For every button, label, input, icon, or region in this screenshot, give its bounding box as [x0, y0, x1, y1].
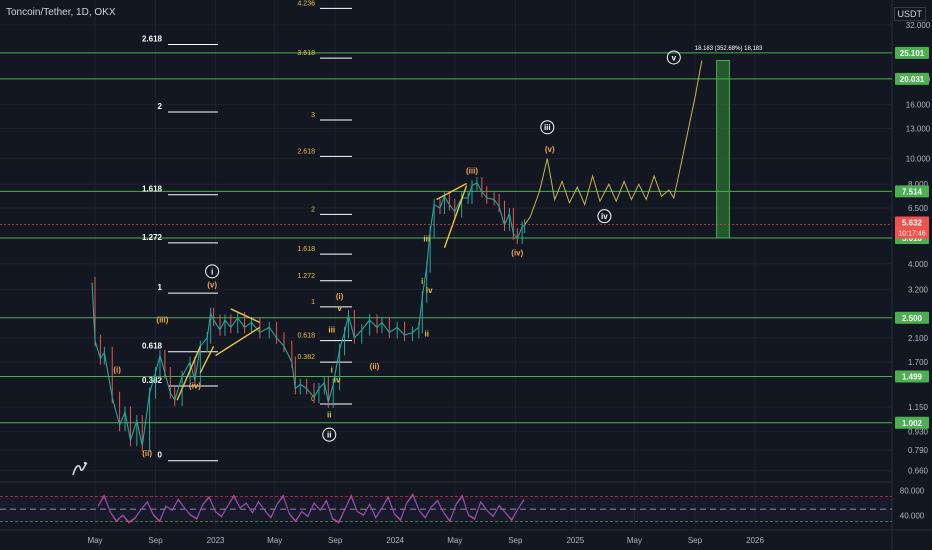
y-tick-label: 1.700 [908, 358, 929, 367]
fib-left-label: 2.618 [142, 35, 163, 44]
x-tick-label: May [87, 536, 102, 545]
fib-left-label: 1.272 [142, 233, 163, 242]
wave-label: (i) [336, 292, 344, 301]
x-tick-label: Sep [148, 536, 163, 545]
wave-label: (ii) [370, 362, 380, 371]
wave-label: v [337, 304, 342, 313]
wave-label: (i) [113, 366, 121, 375]
fib-mid-label: 0.382 [297, 354, 315, 361]
fib-left-label: 2 [158, 102, 163, 111]
x-tick-label: May [447, 536, 462, 545]
rsi-tick-label: 40.000 [900, 511, 925, 520]
level-price-label: 25.101 [900, 49, 925, 58]
level-price-label: 2.500 [902, 314, 923, 323]
wave-label: ii [424, 330, 428, 339]
x-tick-label: Sep [508, 536, 523, 545]
wave-label: iii [423, 235, 430, 244]
target-box [716, 59, 730, 239]
level-price-label: 20.031 [900, 75, 925, 84]
wave-label: v [672, 53, 677, 62]
x-tick-label: May [627, 536, 642, 545]
fib-mid-label: 1.618 [297, 246, 315, 253]
y-tick-label: 1.150 [908, 403, 929, 412]
current-price-countdown: 10:17:46 [898, 231, 925, 238]
fib-mid-label: 1.272 [297, 273, 315, 280]
x-tick-label: Sep [688, 536, 703, 545]
wave-label: iii [328, 325, 335, 334]
fib-left-label: 1 [158, 283, 163, 292]
wave-label: iii [544, 123, 551, 132]
x-tick-label: 2024 [386, 536, 404, 545]
chart-svg: 32.00020.00016.00013.00010.0008.0006.500… [0, 0, 932, 550]
x-tick-label: 2025 [566, 536, 584, 545]
wave-label: iv [334, 376, 341, 385]
y-tick-label: 0.790 [908, 446, 929, 455]
y-tick-label: 4.000 [908, 260, 929, 269]
wave-label: (iv) [511, 249, 523, 258]
y-tick-label: 3.200 [908, 285, 929, 294]
y-tick-label: 13.000 [906, 124, 931, 133]
y-tick-label: 16.000 [906, 101, 931, 110]
fib-mid-label: 1 [311, 299, 315, 306]
wave-label: i [421, 277, 423, 286]
wave-label: i [331, 366, 333, 375]
fib-left-label: 0.618 [142, 342, 163, 351]
level-price-label: 1.002 [902, 419, 923, 428]
background [0, 0, 932, 550]
wave-label: (ii) [142, 449, 152, 458]
wave-label: (iii) [466, 166, 478, 175]
symbol-title[interactable]: Toncoin/Tether, 1D, OKX [6, 7, 116, 18]
wave-label: (iii) [156, 315, 168, 324]
y-tick-label: 0.660 [908, 467, 929, 476]
fib-left-label: 1.618 [142, 185, 163, 194]
rsi-tick-label: 80.000 [900, 486, 925, 495]
y-tick-label: 32.000 [906, 21, 931, 30]
y-tick-label: 10.000 [906, 155, 931, 164]
fib-mid-label: 2 [311, 206, 315, 213]
fib-mid-label: 3 [311, 112, 315, 119]
wave-label: ii [327, 431, 331, 440]
level-price-label: 1.499 [902, 373, 923, 382]
y-tick-label: 6.500 [908, 204, 929, 213]
x-tick-label: May [267, 536, 282, 545]
fib-mid-label: 2.618 [297, 148, 315, 155]
wave-label: (v) [545, 145, 555, 154]
x-tick-label: 2023 [207, 536, 225, 545]
tradingview-logo-icon [72, 461, 88, 476]
target-box-label: 18.183 (352.68%) 18,183 [695, 46, 763, 52]
wave-label: (iv) [189, 382, 201, 391]
x-tick-label: 2026 [746, 536, 764, 545]
y-tick-label: 2.100 [908, 334, 929, 343]
fib-mid-label: 4.236 [297, 0, 315, 7]
fib-mid-label: 0.618 [297, 333, 315, 340]
fib-left-label: 0 [158, 451, 163, 460]
wave-label: ii [327, 410, 331, 419]
wave-label: iv [601, 212, 608, 221]
level-price-label: 7.514 [902, 187, 923, 196]
current-price-label: 5.632 [902, 219, 923, 228]
wave-label: iv [426, 286, 433, 295]
fib-mid-label: 3.618 [297, 50, 315, 57]
wave-label: i [211, 267, 213, 276]
currency-badge[interactable]: USDT [893, 7, 926, 21]
x-tick-label: Sep [328, 536, 343, 545]
wave-label: (v) [207, 281, 217, 290]
